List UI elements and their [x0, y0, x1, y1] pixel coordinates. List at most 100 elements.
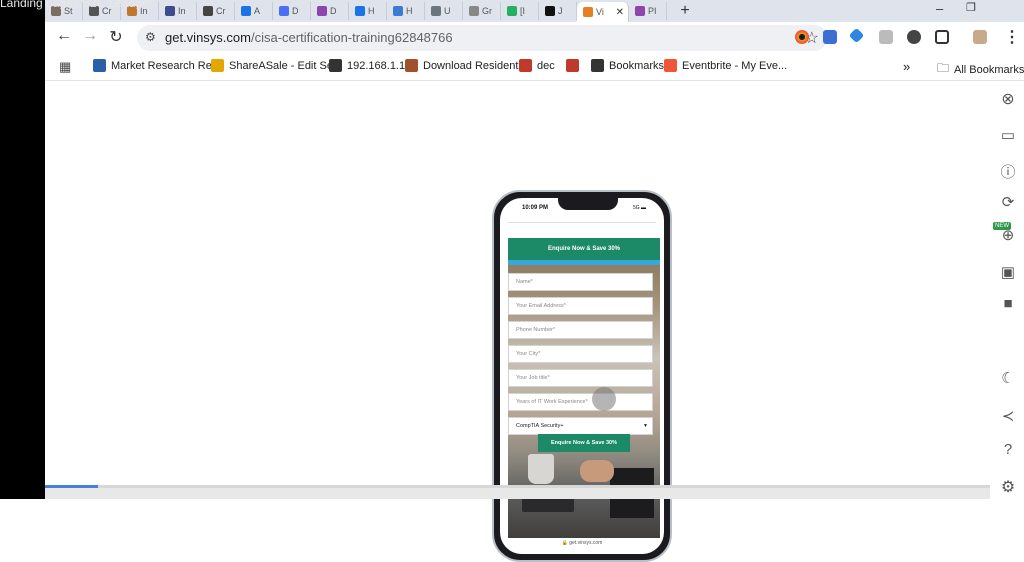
bookmark-label: 192.168.1.1 — [347, 59, 406, 72]
bookmark-item[interactable]: 192.168.1.1 — [329, 59, 405, 72]
tab-favicon-icon — [431, 6, 441, 16]
zoom-icon[interactable]: ⊕ — [999, 226, 1017, 244]
video-title: Landing pages B2C Leadgen — [0, 0, 156, 10]
browser-tab[interactable]: U — [425, 2, 463, 20]
cup-photo — [528, 454, 554, 484]
form-input-field[interactable]: Name* — [508, 273, 653, 291]
info-icon[interactable]: ⓘ — [999, 161, 1017, 182]
extension-icon[interactable] — [795, 30, 809, 44]
address-bar[interactable]: ⚙ get.vinsys.com/cisa-certification-trai… — [137, 25, 827, 51]
bookmark-item[interactable]: dec — [519, 59, 555, 72]
tab-label: U — [444, 6, 451, 16]
form-input-field[interactable]: Your Email Address* — [508, 297, 653, 315]
share-icon[interactable]: ≺ — [999, 407, 1017, 425]
tag-extension-icon[interactable] — [848, 27, 865, 44]
phone-notch — [558, 198, 618, 210]
tab-label: [I — [520, 6, 526, 16]
profile-avatar[interactable] — [973, 30, 987, 44]
right-sidebar: ⊗ ▭ ⓘ ⟳ NEW ⊕ ▣ ■ ☾ ≺ ? ⚙ — [990, 81, 1024, 499]
click-cursor-indicator — [592, 387, 616, 411]
hand-photo — [580, 460, 614, 482]
browser-tab[interactable]: [I — [501, 2, 539, 20]
tab-favicon-icon — [507, 6, 517, 16]
status-time: 10:09 PM — [522, 205, 549, 211]
browser-tab[interactable]: A — [235, 2, 273, 20]
tab-strip: St Cr In In Cr A D D H H U Gr [I J Vi ✕ PI + — [45, 0, 1024, 22]
site-info-icon[interactable]: ⚙ — [145, 30, 156, 44]
chevron-down-icon: ▼ — [643, 423, 648, 429]
page-content: 10:09 PM 5G ▬ Enquire Now & Save 30% Nam… — [45, 81, 989, 562]
minimize-button[interactable]: – — [936, 1, 943, 16]
bookmark-favicon-icon — [405, 59, 418, 72]
browser-tab[interactable]: Cr — [197, 2, 235, 20]
tab-label: PI — [648, 6, 657, 16]
help-icon[interactable]: ? — [999, 441, 1017, 458]
browser-tab[interactable]: Gr — [463, 2, 501, 20]
tab-label: D — [330, 6, 337, 16]
form-input-field[interactable]: Your City* — [508, 345, 653, 363]
tab-label: H — [406, 6, 413, 16]
puzzle-extensions-icon[interactable] — [935, 30, 949, 44]
browser-tab[interactable]: D — [311, 2, 349, 20]
bookmark-item[interactable] — [566, 59, 584, 72]
forward-icon[interactable]: → — [79, 27, 101, 45]
extension-icon[interactable] — [823, 30, 837, 44]
extension-icon[interactable] — [907, 30, 921, 44]
camera-extension-icon[interactable] — [879, 30, 893, 44]
bookmark-favicon-icon — [664, 59, 677, 72]
browser-tab[interactable]: H — [387, 2, 425, 20]
enquire-top-button[interactable]: Enquire Now & Save 30% — [508, 238, 660, 260]
back-icon[interactable]: ← — [53, 27, 75, 45]
tab-favicon-icon — [583, 7, 593, 17]
video-controls-strip — [45, 488, 990, 499]
tab-label: J — [558, 6, 563, 16]
more-bookmarks-button[interactable]: » — [903, 59, 910, 74]
tab-favicon-icon — [241, 6, 251, 16]
form-input-field[interactable]: Years of IT Work Experience* — [508, 393, 653, 411]
new-tab-button[interactable]: + — [675, 2, 695, 20]
tab-favicon-icon — [545, 6, 555, 16]
rotate-icon[interactable]: ⟳ — [999, 193, 1017, 211]
close-icon[interactable]: ⊗ — [999, 89, 1017, 109]
settings-gear-icon[interactable]: ⚙ — [999, 477, 1017, 497]
video-black-border — [0, 0, 45, 499]
bookmark-item[interactable]: Market Research Re... — [93, 59, 221, 72]
tab-label: D — [292, 6, 299, 16]
apps-grid-icon[interactable]: ▦ — [59, 59, 71, 75]
tab-label: Cr — [216, 6, 226, 16]
enquire-submit-button[interactable]: Enquire Now & Save 30% — [538, 434, 630, 452]
form-input-field[interactable]: Your Job title* — [508, 369, 653, 387]
browser-tab[interactable]: Vi ✕ — [577, 2, 629, 22]
browser-tab[interactable]: PI — [629, 2, 667, 20]
browser-tab[interactable]: J — [539, 2, 577, 20]
all-bookmarks-folder[interactable]: 🗀 All Bookmarks — [937, 59, 1024, 80]
browser-tab[interactable]: In — [159, 2, 197, 20]
bookmark-item[interactable]: Bookmarks — [591, 59, 664, 72]
bookmark-item[interactable]: Eventbrite - My Eve... — [664, 59, 787, 72]
phone-domain: 🔒 get.vinsys.com — [561, 540, 603, 546]
photo-banner-strip — [508, 260, 660, 265]
bookmark-favicon-icon — [519, 59, 532, 72]
bookmark-label: Bookmarks — [609, 59, 665, 72]
form-input-field[interactable]: Phone Number* — [508, 321, 653, 339]
device-icon[interactable]: ▭ — [999, 126, 1017, 144]
bookmark-item[interactable]: ShareASale - Edit Se... — [211, 59, 342, 72]
tab-label: Gr — [482, 6, 492, 16]
menu-kebab-icon[interactable]: ⋮ — [1001, 27, 1023, 47]
maximize-button[interactable]: ❐ — [966, 1, 976, 14]
bookmark-favicon-icon — [329, 59, 342, 72]
course-select[interactable]: CompTIA Security+ ▼ — [508, 417, 653, 435]
reload-icon[interactable]: ↻ — [105, 27, 127, 47]
url-text[interactable]: get.vinsys.com/cisa-certification-traini… — [165, 30, 453, 45]
browser-tab[interactable]: H — [349, 2, 387, 20]
tab-favicon-icon — [393, 6, 403, 16]
tab-label: In — [178, 6, 186, 16]
phone-mockup: 10:09 PM 5G ▬ Enquire Now & Save 30% Nam… — [492, 190, 672, 562]
bookmark-label: Market Research Re... — [111, 59, 222, 72]
screenshot-icon[interactable]: ▣ — [999, 263, 1017, 281]
bookmark-item[interactable]: Download Resident... — [405, 59, 528, 72]
close-tab-icon[interactable]: ✕ — [616, 7, 624, 18]
dark-mode-icon[interactable]: ☾ — [999, 369, 1017, 387]
browser-tab[interactable]: D — [273, 2, 311, 20]
video-record-icon[interactable]: ■ — [999, 295, 1017, 312]
